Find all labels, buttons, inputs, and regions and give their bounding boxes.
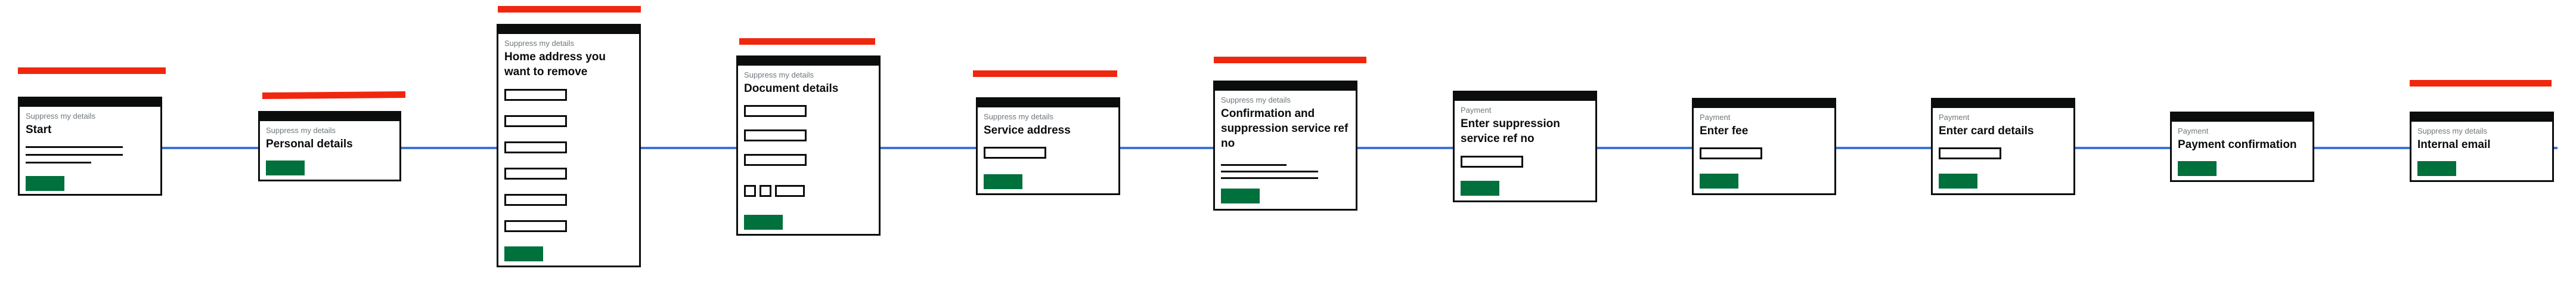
card-title: Service address	[984, 124, 1071, 137]
card-header-bar	[1692, 98, 1836, 108]
card-title: Enter suppression service ref no	[1461, 118, 1560, 145]
page-card-document-details[interactable]: Suppress my details Document details	[736, 55, 881, 236]
journey-flow-diagram: Suppress my details Start Suppress my de…	[0, 0, 2576, 287]
continue-button[interactable]	[1221, 189, 1260, 203]
continue-button[interactable]	[504, 246, 543, 261]
card-caption: Suppress my details	[1221, 95, 1291, 104]
card-header-bar	[2170, 112, 2314, 122]
card-caption: Payment	[1461, 106, 1492, 115]
date-day-field[interactable]	[744, 185, 756, 197]
card-caption: Suppress my details	[26, 112, 96, 121]
card-caption: Payment	[2178, 126, 2209, 135]
card-title: Confirmation and suppression service ref…	[1221, 107, 1349, 150]
page-card-payment-confirmation[interactable]: Payment Payment confirmation	[2170, 112, 2314, 182]
address-field[interactable]	[504, 168, 567, 180]
card-header-bar	[2410, 112, 2554, 122]
text-line	[1221, 171, 1318, 172]
annotation-mark	[739, 38, 875, 45]
card-title: Payment confirmation	[2178, 138, 2297, 151]
card-caption: Suppress my details	[2417, 126, 2488, 135]
page-card-start[interactable]: Suppress my details Start	[18, 97, 162, 196]
card-caption: Suppress my details	[744, 70, 814, 79]
card-caption: Suppress my details	[504, 39, 575, 48]
card-title: Home address you want to remove	[504, 51, 606, 78]
continue-button[interactable]	[2417, 161, 2456, 176]
continue-button[interactable]	[1700, 174, 1738, 189]
continue-button[interactable]	[1939, 174, 1977, 189]
ref-no-field[interactable]	[1461, 156, 1523, 168]
annotation-mark	[1214, 57, 1366, 63]
service-address-field[interactable]	[984, 147, 1046, 159]
continue-button[interactable]	[984, 174, 1022, 189]
address-field[interactable]	[504, 115, 567, 127]
address-field[interactable]	[504, 194, 567, 206]
card-header-bar	[258, 111, 401, 121]
card-caption: Payment	[1700, 113, 1731, 122]
card-header-bar	[976, 97, 1120, 107]
continue-button[interactable]	[266, 161, 305, 175]
card-header-bar	[736, 55, 881, 66]
text-line	[26, 154, 123, 156]
card-header-bar	[1453, 91, 1597, 101]
card-header-bar	[1213, 81, 1357, 91]
card-title: Enter card details	[1939, 125, 2034, 137]
fee-field[interactable]	[1700, 147, 1762, 159]
text-line	[1221, 177, 1318, 179]
document-field[interactable]	[744, 129, 807, 141]
page-card-enter-ref-no[interactable]: Payment Enter suppression service ref no	[1453, 91, 1597, 202]
card-caption: Suppress my details	[984, 112, 1054, 121]
page-card-home-address[interactable]: Suppress my details Home address you wan…	[497, 24, 641, 267]
card-caption: Payment	[1939, 113, 1970, 122]
card-title: Internal email	[2417, 138, 2491, 151]
annotation-mark	[498, 6, 641, 13]
continue-button[interactable]	[26, 176, 64, 191]
card-caption: Suppress my details	[266, 126, 336, 135]
text-line	[1221, 164, 1287, 166]
date-year-field[interactable]	[775, 185, 805, 197]
card-title: Document details	[744, 82, 839, 95]
page-card-enter-fee[interactable]: Payment Enter fee	[1692, 98, 1836, 195]
page-card-service-address[interactable]: Suppress my details Service address	[976, 97, 1120, 195]
page-card-confirmation[interactable]: Suppress my details Confirmation and sup…	[1213, 81, 1357, 211]
date-month-field[interactable]	[760, 185, 771, 197]
page-card-internal-email[interactable]: Suppress my details Internal email	[2410, 112, 2554, 182]
card-header-bar	[1931, 98, 2075, 108]
address-field[interactable]	[504, 220, 567, 232]
page-card-personal-details[interactable]: Suppress my details Personal details	[258, 111, 401, 181]
card-title: Start	[26, 124, 52, 136]
continue-button[interactable]	[1461, 181, 1499, 196]
card-title: Enter fee	[1700, 125, 1749, 137]
continue-button[interactable]	[2178, 161, 2217, 176]
address-field[interactable]	[504, 141, 567, 153]
annotation-mark	[18, 67, 166, 74]
annotation-mark	[973, 70, 1117, 77]
card-title: Personal details	[266, 138, 353, 150]
card-header-bar	[18, 97, 162, 107]
annotation-mark	[2410, 80, 2552, 87]
document-field[interactable]	[744, 154, 807, 166]
address-field[interactable]	[504, 89, 567, 101]
text-line	[26, 146, 123, 148]
text-line	[26, 162, 91, 163]
document-field[interactable]	[744, 105, 807, 117]
continue-button[interactable]	[744, 215, 783, 230]
annotation-mark	[262, 91, 406, 100]
card-header-bar	[497, 24, 641, 34]
card-details-field[interactable]	[1939, 147, 2001, 159]
page-card-enter-card-details[interactable]: Payment Enter card details	[1931, 98, 2075, 195]
